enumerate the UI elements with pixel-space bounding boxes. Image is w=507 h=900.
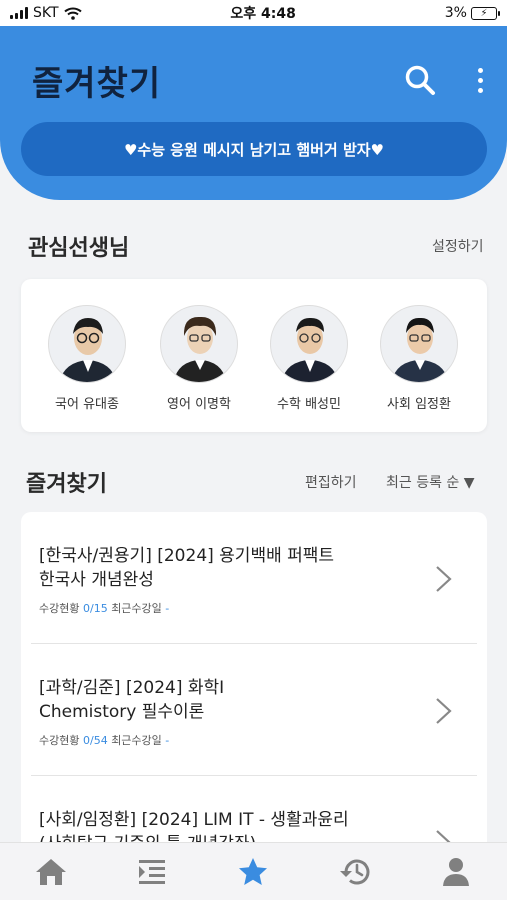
progress-label: 수강현황 — [39, 734, 80, 747]
search-button[interactable] — [402, 62, 438, 98]
chevron-right-icon — [436, 566, 452, 592]
star-icon — [239, 858, 268, 885]
list-item[interactable]: [과학/김준] [2024] 화학I Chemistory 필수이론 수강현황 … — [21, 644, 487, 776]
teacher-name: 수학 배성민 — [277, 397, 341, 412]
progress-value: 0/54 — [82, 734, 108, 747]
battery-percent: 3% — [444, 5, 467, 21]
history-icon — [339, 859, 370, 885]
course-title: [한국사/권용기] [2024] 용기백배 퍼팩트 한국사 개념완성 — [39, 544, 429, 592]
clock: 오후 4:48 — [230, 6, 296, 22]
person-icon — [443, 858, 470, 886]
course-title-line: [사회/임정환] [2024] LIM IT - 생활과윤리 — [39, 810, 349, 830]
course-title-line: [한국사/권용기] [2024] 용기백배 퍼팩트 — [39, 546, 335, 566]
tab-history[interactable] — [304, 843, 405, 900]
sort-dropdown[interactable]: 최근 등록 순 ▼ — [386, 472, 475, 492]
teacher-avatar — [270, 305, 348, 383]
recent-label: 최근수강일 — [111, 734, 162, 747]
teacher-name: 사회 임정환 — [387, 397, 451, 412]
favorites-list: [한국사/권용기] [2024] 용기백배 퍼팩트 한국사 개념완성 수강현황 … — [21, 512, 487, 852]
course-title: [과학/김준] [2024] 화학I Chemistory 필수이론 — [39, 676, 429, 724]
teacher-avatar — [380, 305, 458, 383]
carrier-label: SKT — [33, 5, 59, 21]
header: 즐겨찾기 ♥수능 응원 메시지 남기고 햄버거 받자♥ — [0, 26, 507, 200]
tab-home[interactable] — [0, 843, 101, 900]
list-item[interactable]: [한국사/권용기] [2024] 용기백배 퍼팩트 한국사 개념완성 수강현황 … — [21, 512, 487, 644]
teacher-name: 영어 이명학 — [167, 397, 231, 412]
course-meta: 수강현황 0/54 최근수강일 - — [39, 732, 169, 748]
recent-value: - — [165, 602, 170, 615]
tab-favorites[interactable] — [203, 843, 304, 900]
teacher-item[interactable]: 수학 배성민 — [264, 305, 354, 412]
teacher-item[interactable]: 영어 이명학 — [154, 305, 244, 412]
page-title: 즐겨찾기 — [32, 64, 162, 104]
search-icon — [405, 65, 435, 95]
tab-my-page[interactable] — [406, 843, 507, 900]
wifi-icon — [63, 7, 82, 20]
more-vertical-icon — [477, 67, 483, 73]
teachers-settings-button[interactable]: 설정하기 — [432, 236, 484, 256]
bottom-tab-bar — [0, 842, 507, 900]
teachers-card: 국어 유대종 영어 이명학 수학 배성민 사회 임정환 — [21, 279, 487, 432]
teacher-item[interactable]: 국어 유대종 — [42, 305, 132, 412]
favorites-section-title: 즐겨찾기 — [26, 472, 107, 497]
chevron-right-icon — [436, 698, 452, 724]
teacher-avatar — [160, 305, 238, 383]
signal-icon — [10, 7, 28, 19]
teacher-avatar — [48, 305, 126, 383]
tab-courses[interactable] — [101, 843, 202, 900]
teachers-section-title: 관심선생님 — [28, 236, 130, 261]
recent-label: 최근수강일 — [111, 602, 162, 615]
course-title-line: Chemistory 필수이론 — [39, 702, 205, 722]
promo-banner[interactable]: ♥수능 응원 메시지 남기고 햄버거 받자♥ — [21, 122, 487, 176]
home-icon — [35, 859, 66, 885]
list-item[interactable]: [사회/임정환] [2024] LIM IT - 생활과윤리 (사회탐구 기준의… — [21, 776, 487, 852]
course-meta: 수강현황 0/15 최근수강일 - — [39, 600, 169, 616]
progress-label: 수강현황 — [39, 602, 80, 615]
course-title-line: 한국사 개념완성 — [39, 570, 154, 590]
status-bar: SKT 오후 4:48 3% ⚡ — [0, 0, 507, 26]
course-title-line: [과학/김준] [2024] 화학I — [39, 678, 225, 698]
edit-button[interactable]: 편집하기 — [305, 472, 357, 492]
more-options-button[interactable] — [468, 62, 492, 98]
teacher-name: 국어 유대종 — [55, 397, 119, 412]
recent-value: - — [165, 734, 170, 747]
list-indent-icon — [139, 860, 166, 884]
battery-charging-icon: ⚡ — [470, 6, 500, 20]
progress-value: 0/15 — [82, 602, 108, 615]
teacher-item[interactable]: 사회 임정환 — [374, 305, 464, 412]
